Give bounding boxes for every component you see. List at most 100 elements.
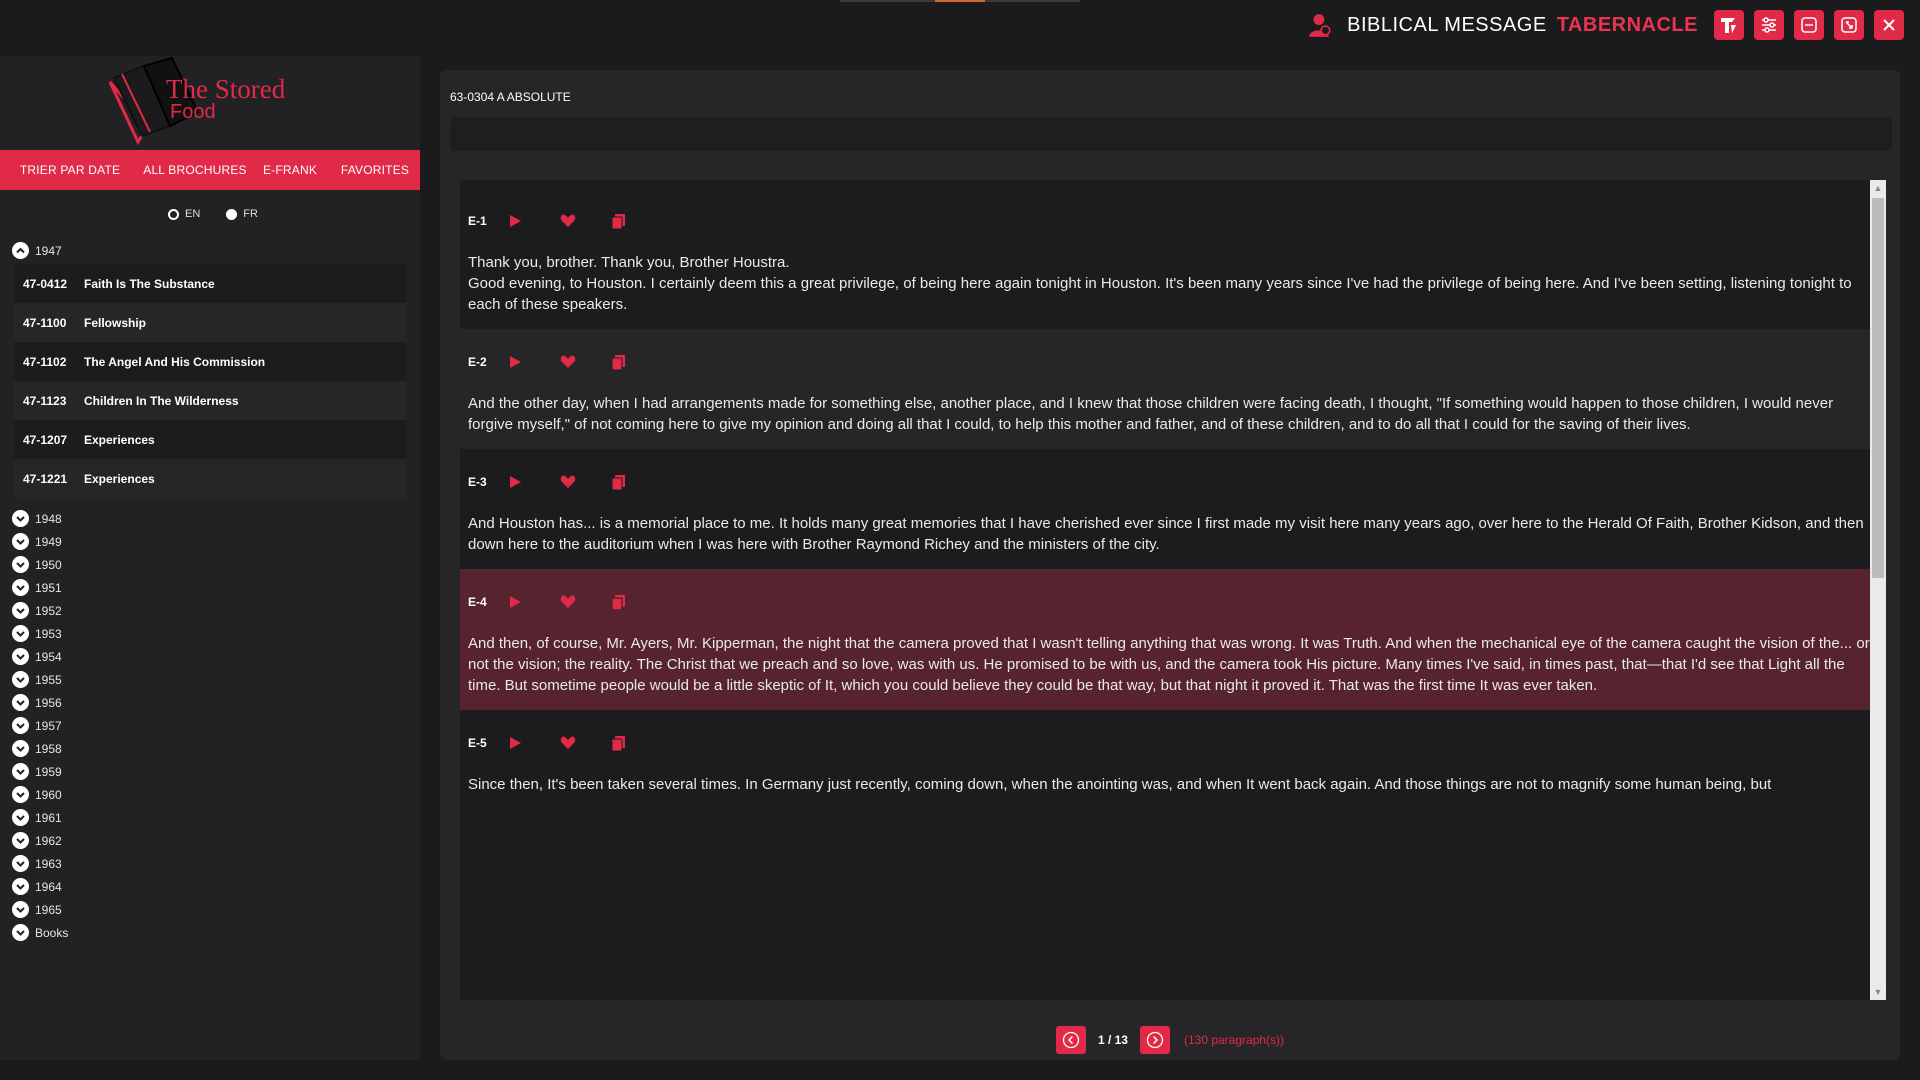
close-button[interactable] <box>1874 10 1904 40</box>
sermon-item[interactable]: 47-1207 Experiences <box>14 420 406 459</box>
lang-fr-label: FR <box>243 208 258 220</box>
paragraph-header: E-5 <box>468 710 1878 766</box>
next-page-button[interactable] <box>1139 1026 1170 1054</box>
year-item[interactable]: 1958 <box>12 740 62 757</box>
play-button[interactable] <box>508 475 560 489</box>
play-button[interactable] <box>508 736 560 750</box>
chevron-down-icon <box>12 625 29 642</box>
year-item[interactable]: 1957 <box>12 717 62 734</box>
play-button[interactable] <box>508 595 560 609</box>
year-item[interactable]: 1953 <box>12 625 62 642</box>
maximize-button[interactable] <box>1834 10 1864 40</box>
year-1947[interactable]: 1947 <box>12 242 62 259</box>
year-item[interactable]: 1948 <box>12 510 62 527</box>
copy-button[interactable] <box>612 594 664 610</box>
search-input[interactable] <box>450 117 1892 151</box>
year-label: 1964 <box>35 879 62 894</box>
nav-favorites[interactable]: FAVORITES <box>330 163 420 177</box>
close-icon <box>1883 19 1895 31</box>
year-item[interactable]: 1950 <box>12 556 62 573</box>
scroll-down-arrow[interactable]: ▼ <box>1870 984 1886 1000</box>
settings-button[interactable] <box>1754 10 1784 40</box>
year-item[interactable]: 1956 <box>12 694 62 711</box>
radio-fr[interactable] <box>226 208 238 220</box>
copy-button[interactable] <box>612 474 664 490</box>
year-item[interactable]: 1964 <box>12 878 62 895</box>
favorite-button[interactable] <box>560 355 612 369</box>
chevron-down-icon <box>12 878 29 895</box>
year-item[interactable]: 1963 <box>12 855 62 872</box>
app-logo: The Stored Food <box>108 56 286 146</box>
chevron-down-icon <box>12 579 29 596</box>
sermon-item[interactable]: 47-1100 Fellowship <box>14 303 406 342</box>
play-button[interactable] <box>508 355 560 369</box>
reader-panel: 63-0304 A ABSOLUTE E-1 Thank you, brothe… <box>440 70 1900 1060</box>
favorite-button[interactable] <box>560 736 612 750</box>
paragraph-count: (130 paragraph(s)) <box>1183 1033 1285 1047</box>
year-label: 1950 <box>35 557 62 572</box>
favorite-button[interactable] <box>560 475 612 489</box>
sermon-title-text: The Angel And His Commission <box>84 354 266 369</box>
copy-button[interactable] <box>612 735 664 751</box>
sermon-list: 47-0412 Faith Is The Substance 47-1100 Fell… <box>14 264 406 498</box>
lang-en-label: EN <box>185 208 201 220</box>
scroll-up-arrow[interactable]: ▲ <box>1870 180 1886 196</box>
chevron-down-icon <box>12 510 29 527</box>
copy-button[interactable] <box>612 354 664 370</box>
copy-icon <box>612 213 625 229</box>
play-button[interactable] <box>508 214 560 228</box>
year-item[interactable]: 1962 <box>12 832 62 849</box>
radio-en[interactable] <box>168 208 179 220</box>
nav-sort-by-date[interactable]: TRIER PAR DATE <box>0 163 140 177</box>
nav-e-frank[interactable]: E-FRANK <box>250 163 330 177</box>
prev-page-button[interactable] <box>1055 1026 1086 1054</box>
sermon-item[interactable]: 47-0412 Faith Is The Substance <box>14 264 406 303</box>
year-item[interactable]: 1949 <box>12 533 62 550</box>
paragraph-number: E-4 <box>468 595 487 609</box>
minimize-button[interactable] <box>1794 10 1824 40</box>
year-item[interactable]: 1961 <box>12 809 62 826</box>
year-label: 1949 <box>35 534 62 549</box>
sermon-item[interactable]: 47-1102 The Angel And His Commission <box>14 342 406 381</box>
year-item[interactable]: 1959 <box>12 763 62 780</box>
paragraph-number: E-2 <box>468 355 487 369</box>
copy-icon <box>612 735 625 751</box>
year-item[interactable]: 1954 <box>12 648 62 665</box>
brand-prefix: BIBLICAL MESSAGE <box>1347 13 1547 36</box>
year-label: 1951 <box>35 580 62 595</box>
nav-all-brochures[interactable]: ALL BROCHURES <box>140 163 250 177</box>
title-bar: BIBLICAL MESSAGE TABERNACLE <box>1307 10 1904 40</box>
year-label: 1952 <box>35 603 62 618</box>
app-logo-button[interactable] <box>1714 10 1744 40</box>
paragraph-list: E-1 Thank you, brother. Thank you, Broth… <box>460 180 1886 1000</box>
chevron-down-icon <box>12 533 29 550</box>
sermon-title: 63-0304 A ABSOLUTE <box>450 90 571 104</box>
logo-text-line1: The Stored <box>166 74 286 104</box>
sermon-title-text: Experiences <box>84 471 155 486</box>
year-label: 1960 <box>35 787 62 802</box>
paragraph-header: E-1 <box>468 180 1878 244</box>
chevron-up-icon <box>12 242 29 259</box>
chevron-down-icon <box>12 648 29 665</box>
year-item[interactable]: 1965 <box>12 901 62 918</box>
heart-icon <box>560 736 576 749</box>
play-icon <box>510 737 521 749</box>
scrollbar-thumb[interactable] <box>1872 198 1884 578</box>
lang-fr-option[interactable]: FR <box>226 208 258 220</box>
favorite-button[interactable] <box>560 214 612 228</box>
year-item[interactable]: 1955 <box>12 671 62 688</box>
sermon-item[interactable]: 47-1221 Experiences <box>14 459 406 498</box>
sermon-item[interactable]: 47-1123 Children In The Wilderness <box>14 381 406 420</box>
user-icon[interactable] <box>1307 12 1333 38</box>
sermon-code: 47-0412 <box>23 276 68 291</box>
year-item[interactable]: 1952 <box>12 602 62 619</box>
year-item[interactable]: 1960 <box>12 786 62 803</box>
year-item[interactable]: 1951 <box>12 579 62 596</box>
scrollbar[interactable]: ▲ ▼ <box>1870 180 1886 1000</box>
copy-button[interactable] <box>612 213 664 229</box>
paragraph-header: E-3 <box>468 449 1878 505</box>
sermon-title-text: Fellowship <box>84 315 147 330</box>
favorite-button[interactable] <box>560 595 612 609</box>
lang-en-option[interactable]: EN <box>168 208 200 220</box>
year-item[interactable]: Books <box>12 924 68 941</box>
